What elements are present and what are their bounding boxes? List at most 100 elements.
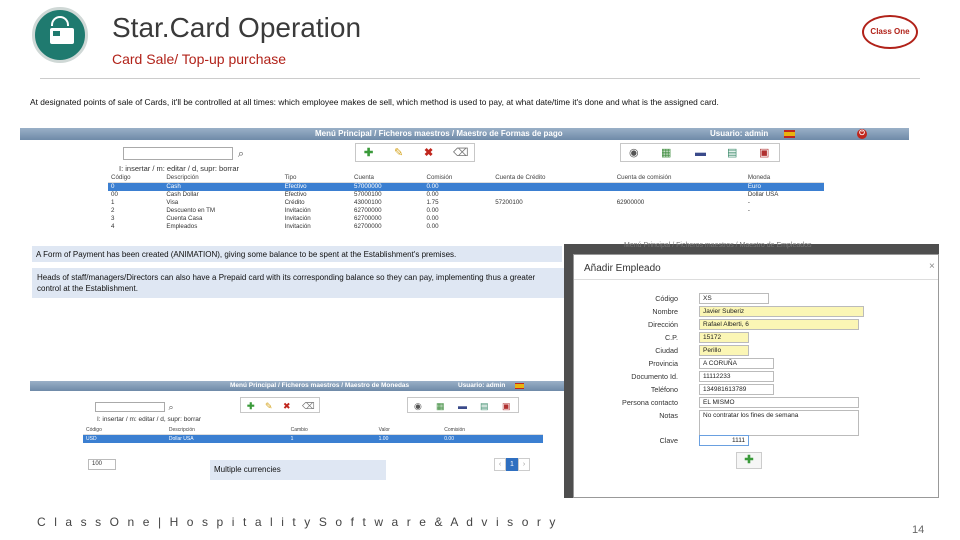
pdf-icon[interactable]: ▣ (502, 400, 511, 412)
field-input[interactable]: EL MISMO (699, 397, 859, 408)
field-label: Ciudad (655, 346, 678, 355)
star-card-logo (32, 7, 88, 63)
excel-icon[interactable]: ▦ (436, 400, 445, 412)
table-cell: 0.00 (426, 223, 439, 230)
edit-icon[interactable]: ✎ (265, 400, 273, 412)
column-header[interactable]: Comisión (423, 174, 493, 183)
table-cell: 62900000 (616, 199, 645, 206)
header-divider (40, 78, 920, 79)
table-cell: 0.00 (426, 207, 439, 214)
table-cell: Cash Dollar (166, 191, 199, 198)
field-input[interactable]: A CORUÑA (699, 358, 774, 369)
column-header[interactable]: Cuenta de comisión (613, 174, 745, 183)
page-title: Star.Card Operation (112, 12, 362, 43)
table-cell: 00 (111, 191, 118, 198)
pdf-icon[interactable]: ▣ (759, 147, 769, 159)
delete-icon[interactable]: ✖ (283, 400, 291, 412)
field-input[interactable]: Rafael Alberti, 6 (699, 319, 859, 330)
spain-flag-icon[interactable] (515, 383, 524, 389)
add-icon[interactable]: ✚ (364, 147, 373, 159)
table-row[interactable]: 3 Cuenta Casa Invitación 62700000 0.00 (108, 215, 824, 223)
table-cell (614, 207, 745, 215)
field-label: Teléfono (650, 385, 678, 394)
top-user: Usuario: admin (710, 129, 769, 138)
field-input[interactable]: 11112233 (699, 371, 774, 382)
table-row[interactable]: 4 Empleados Invitación 62700000 0.00 (108, 223, 824, 231)
field-label: Dirección (648, 320, 678, 329)
print-icon[interactable]: ▬ (695, 147, 706, 159)
bottom-breadcrumb[interactable]: Menú Principal / Ficheros maestros / Mae… (230, 381, 409, 391)
table-cell: 0.00 (441, 434, 543, 443)
table-row[interactable]: USD Dollar USA 1 1.00 0.00 (83, 434, 543, 443)
bottom-edit-toolbar: ✚ ✎ ✖ ⌫ (240, 397, 320, 413)
add-icon[interactable]: ✚ (247, 400, 255, 412)
card-icon (50, 28, 74, 44)
export-icon[interactable]: ▤ (480, 400, 489, 412)
table-cell (745, 215, 824, 223)
column-header[interactable]: Comisión (441, 426, 543, 435)
top-search-input[interactable] (123, 147, 233, 160)
column-header[interactable]: Descripción (165, 426, 288, 435)
field-input[interactable]: Javier Suberiz (699, 306, 864, 317)
table-cell: Empleados (166, 223, 198, 230)
bottom-search-input[interactable] (95, 402, 165, 412)
column-header[interactable]: Código (108, 174, 164, 183)
spain-flag-icon[interactable] (784, 130, 795, 138)
add-employee-button[interactable]: ✚ (736, 452, 762, 469)
edit-icon[interactable]: ✎ (394, 147, 403, 159)
field-input[interactable]: 15172 (699, 332, 749, 343)
staff-callout: Heads of staff/managers/Directors can al… (32, 268, 565, 298)
next-page-button[interactable]: › (518, 458, 530, 471)
column-header[interactable]: Código (83, 426, 166, 435)
field-input[interactable]: 1111 (699, 435, 749, 446)
excel-icon[interactable]: ▦ (661, 147, 671, 159)
page-subtitle: Card Sale/ Top-up purchase (112, 51, 287, 67)
view-icon[interactable]: ◉ (414, 400, 422, 412)
top-edit-toolbar: ✚ ✎ ✖ ⌫ (355, 143, 475, 162)
table-row[interactable]: 0 Cash Efectivo 57000000 0.00 Euro (108, 182, 824, 191)
column-header[interactable]: Cambio (287, 426, 376, 435)
table-cell: Crédito (284, 199, 305, 206)
clear-icon[interactable]: ⌫ (453, 147, 469, 159)
table-cell: Invitación (284, 215, 311, 222)
table-cell (492, 215, 614, 223)
table-cell: Cash (163, 182, 282, 191)
top-breadcrumb[interactable]: Menú Principal / Ficheros maestros / Mae… (315, 128, 563, 140)
top-action-hint: I: insertar / m: editar / d, supr: borra… (119, 164, 240, 173)
table-cell: 57000000 (351, 182, 424, 191)
search-icon[interactable]: ⌕ (234, 148, 248, 160)
table-row[interactable]: 00 Cash Dollar Efectivo 57000100 0.00 Dollar … (108, 191, 824, 199)
export-icon[interactable]: ▤ (727, 147, 737, 159)
close-icon[interactable]: × (929, 261, 935, 272)
column-header[interactable]: Cuenta (351, 174, 424, 183)
table-cell: 1 (111, 199, 115, 206)
field-input[interactable]: XS (699, 293, 769, 304)
bottom-user: Usuario: admin (458, 382, 506, 389)
page-number: 14 (912, 524, 925, 536)
page-number-button[interactable]: 1 (506, 458, 518, 471)
column-header[interactable]: Valor (375, 426, 442, 435)
view-icon[interactable]: ◉ (629, 147, 639, 159)
delete-icon[interactable]: ✖ (424, 147, 433, 159)
prev-page-button[interactable]: ‹ (494, 458, 506, 471)
power-icon[interactable]: ⏻ (857, 129, 867, 139)
column-header[interactable]: Tipo (281, 174, 352, 183)
table-row[interactable]: 2 Descuento en TM Invitación 62700000 0.00 - (108, 207, 824, 215)
column-header[interactable]: Moneda (744, 174, 824, 183)
field-label: Nombre (652, 307, 678, 316)
table-cell: Invitación (284, 207, 311, 214)
clear-icon[interactable]: ⌫ (302, 400, 315, 412)
table-cell: 57000100 (354, 191, 382, 198)
column-header[interactable]: Descripción (163, 174, 282, 183)
page-size-select[interactable]: 100 (88, 459, 116, 470)
bottom-grid: Código Descripción Cambio Valor Comisión USD… (83, 426, 543, 450)
table-cell: - (747, 199, 750, 206)
footer-text: C l a s s O n e | H o s p i t a l i t y … (37, 515, 559, 529)
search-icon[interactable]: ⌕ (165, 401, 177, 413)
table-row[interactable]: 1 Visa Crédito 43000100 1.75 57200100 62900000… (108, 199, 824, 207)
field-input[interactable]: 134981613789 (699, 384, 774, 395)
print-icon[interactable]: ▬ (458, 400, 467, 412)
field-input[interactable]: Perillo (699, 345, 749, 356)
field-input[interactable]: No contratar los fines de semana (699, 410, 859, 436)
column-header[interactable]: Cuenta de Crédito (492, 174, 614, 183)
